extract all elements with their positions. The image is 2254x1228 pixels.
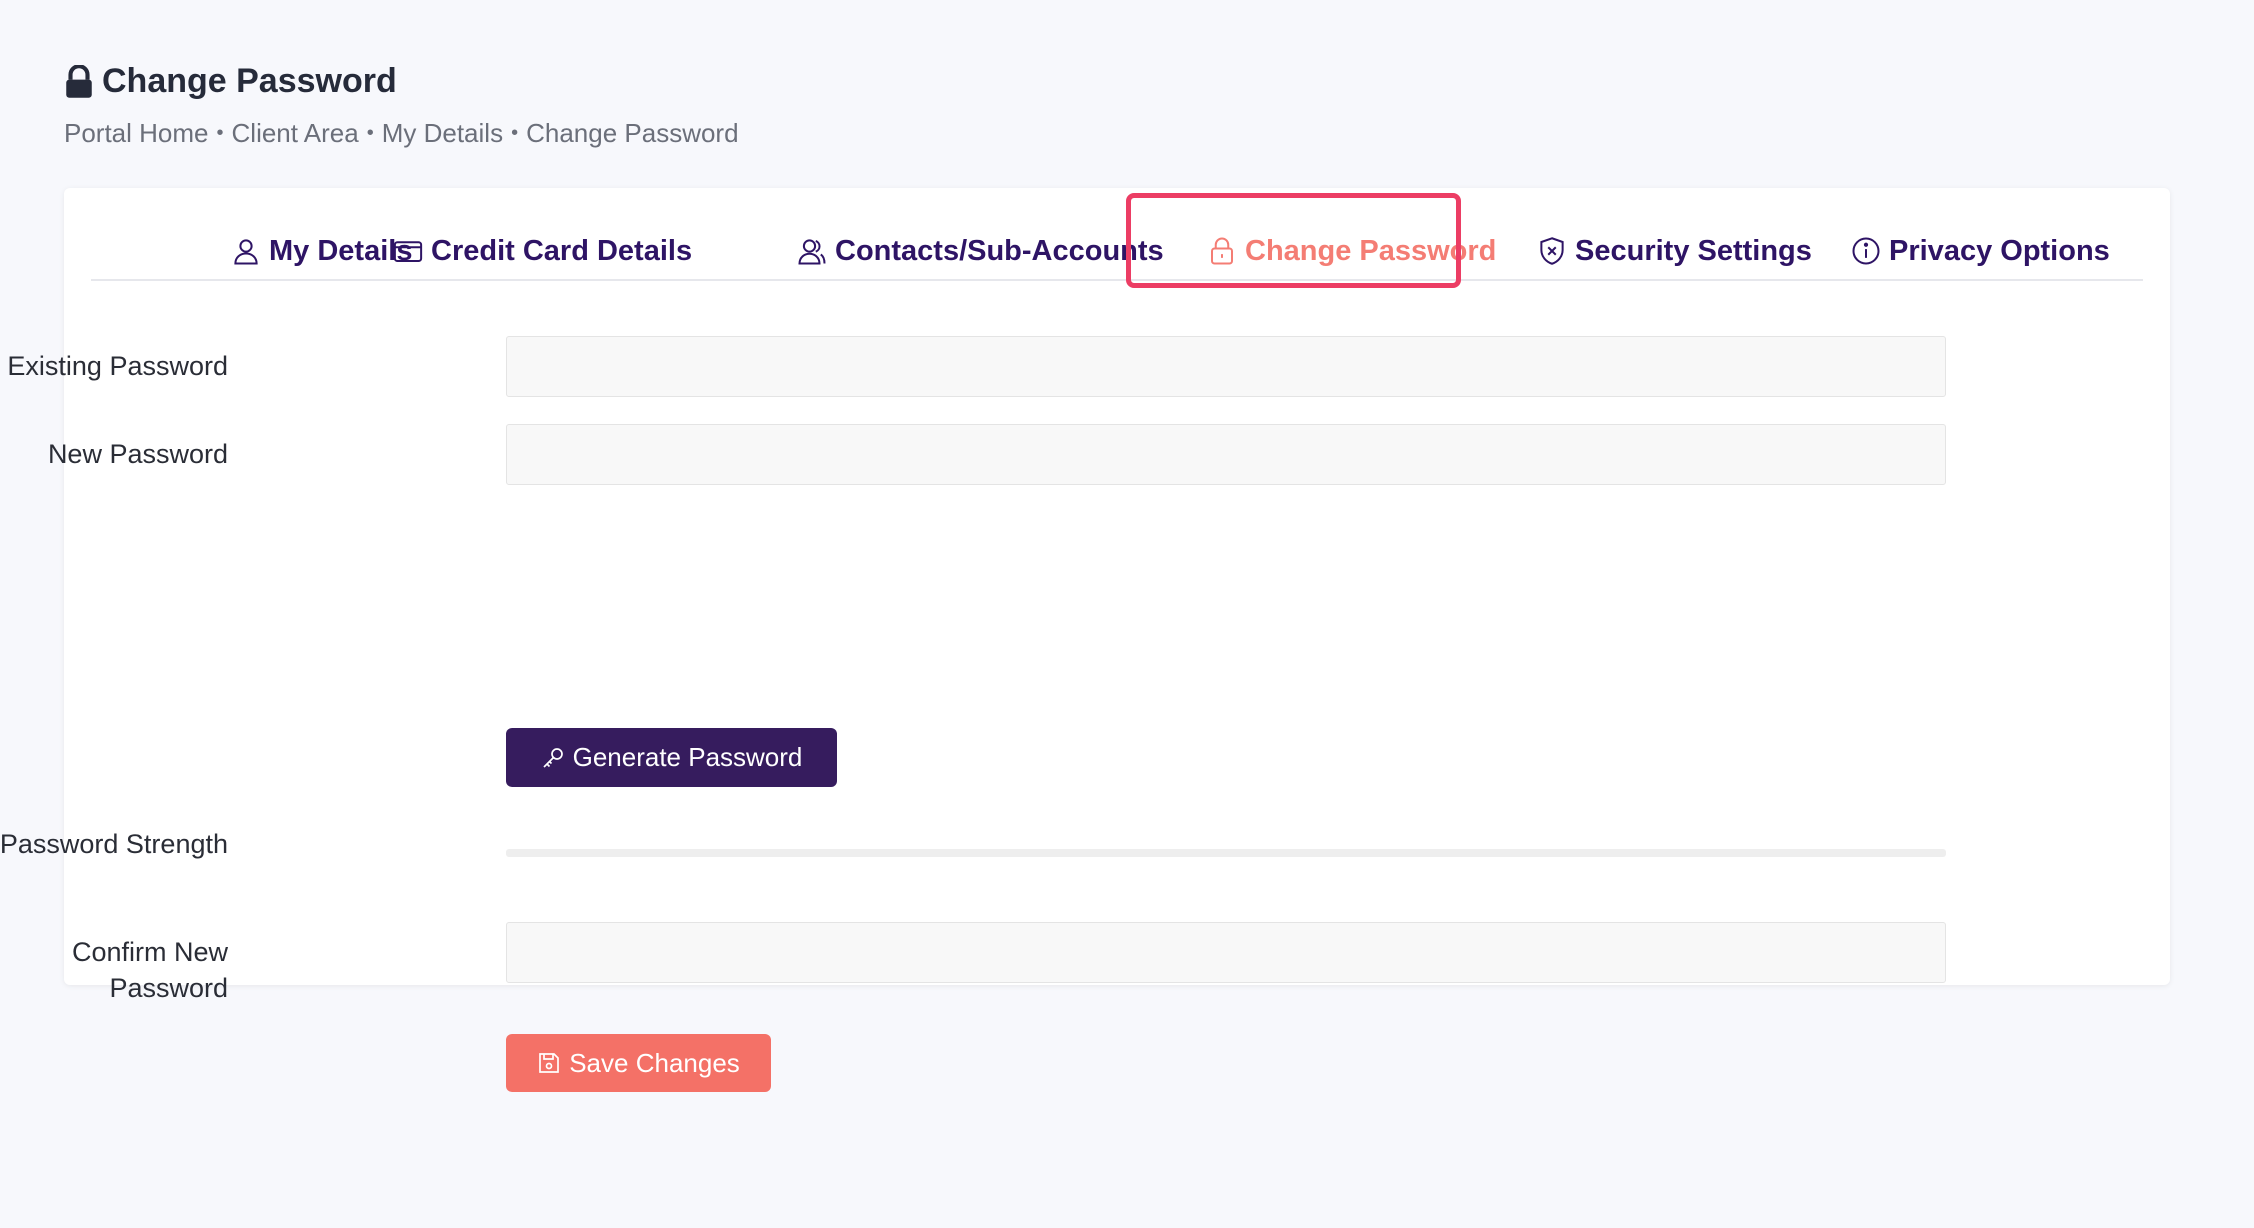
confirm-new-password-label: Confirm New Password	[0, 934, 228, 1006]
breadcrumb-separator: •	[511, 122, 519, 144]
tab-label: Privacy Options	[1889, 234, 2110, 267]
tab-my-details[interactable]: My Details	[231, 228, 412, 274]
save-icon	[539, 1053, 560, 1073]
page-title-text: Change Password	[102, 62, 397, 100]
breadcrumb-portal-home[interactable]: Portal Home	[64, 118, 209, 149]
tab-label: My Details	[269, 234, 413, 267]
existing-password-label: Existing Password	[7, 351, 228, 381]
lock-icon	[66, 64, 92, 98]
tab-label: Credit Card Details	[431, 234, 693, 267]
key-icon	[542, 747, 563, 768]
breadcrumb-separator: •	[366, 122, 374, 144]
page-title: Change Password	[64, 62, 397, 101]
info-icon	[1852, 237, 1880, 265]
settings-card: My Details Credit Card Details Contacts/…	[0, 188, 2170, 1092]
confirm-label-line-1: Confirm New	[71, 937, 228, 967]
credit-card-icon	[393, 241, 423, 262]
tab-contacts-sub-accounts[interactable]: Contacts/Sub-Accounts	[797, 228, 1164, 274]
tab-credit-card-details[interactable]: Credit Card Details	[393, 228, 692, 274]
save-changes-button[interactable]: Save Changes	[506, 1034, 771, 1092]
save-changes-label: Save Changes	[569, 1047, 740, 1078]
tab-label: Contacts/Sub-Accounts	[835, 234, 1164, 267]
lock-icon	[1211, 237, 1233, 265]
confirm-label-line-2: Password	[109, 973, 228, 1003]
tab-label: Security Settings	[1575, 234, 1812, 267]
tab-security-settings[interactable]: Security Settings	[1537, 228, 1812, 274]
password-strength-meter	[506, 849, 1946, 857]
new-password-label: New Password	[47, 439, 228, 469]
breadcrumb-current: Change Password	[526, 118, 739, 148]
existing-password-input[interactable]	[506, 336, 1946, 397]
tab-label: Change Password	[1245, 234, 1497, 267]
password-strength-label: Password Strength	[0, 829, 228, 859]
breadcrumb-separator: •	[216, 122, 224, 144]
shield-icon	[1540, 237, 1564, 265]
generate-password-label: Generate Password	[572, 742, 803, 772]
user-icon	[234, 239, 258, 265]
breadcrumb-client-area[interactable]: Client Area	[232, 118, 359, 149]
breadcrumb-my-details[interactable]: My Details	[382, 118, 503, 149]
breadcrumb: Portal Home • Client Area • My Details •…	[64, 118, 739, 149]
tab-privacy-options[interactable]: Privacy Options	[1851, 228, 2110, 274]
users-icon	[798, 239, 826, 265]
page: Change Password Portal Home • Client Are…	[0, 0, 2254, 1228]
account-tabs: My Details Credit Card Details Contacts/…	[91, 188, 2143, 281]
confirm-new-password-input[interactable]	[506, 922, 1946, 983]
tab-change-password[interactable]: Change Password	[1207, 228, 1496, 274]
new-password-input[interactable]	[506, 424, 1946, 485]
generate-password-button[interactable]: Generate Password	[506, 728, 837, 787]
